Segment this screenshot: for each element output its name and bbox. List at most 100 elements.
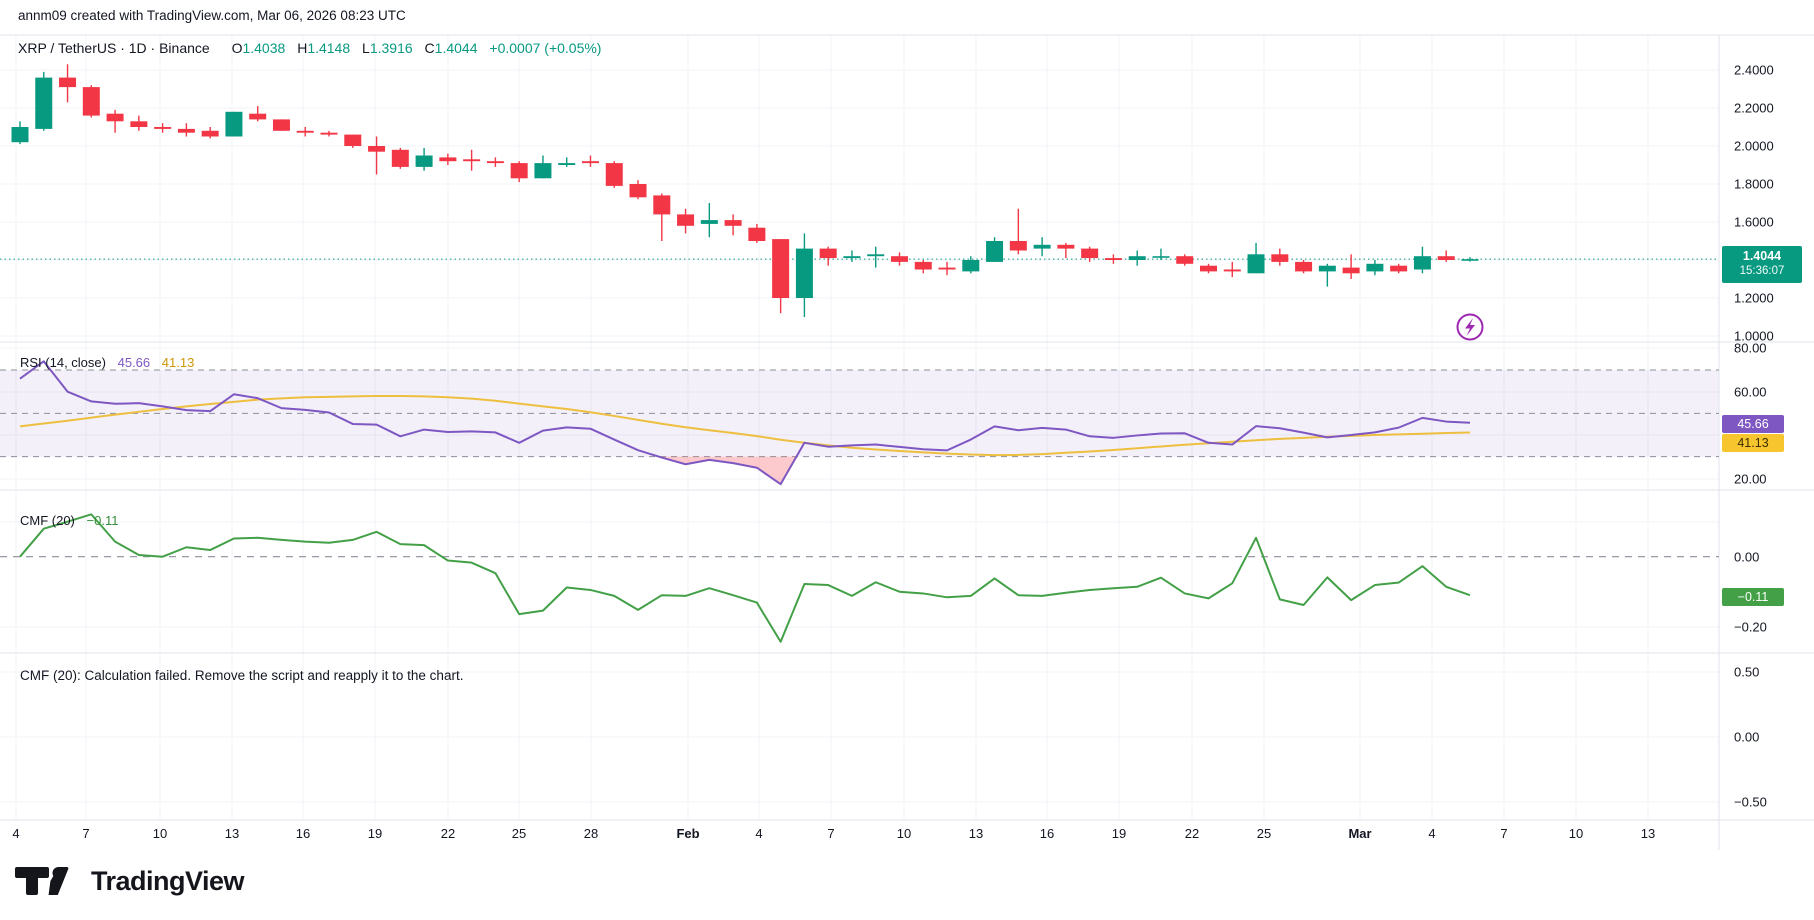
candle-body bbox=[416, 156, 433, 167]
tradingview-footer[interactable]: TradingView bbox=[15, 864, 244, 898]
price-tick-label: 2.4000 bbox=[1734, 63, 1774, 78]
candle-body bbox=[130, 121, 147, 127]
candle-body bbox=[273, 119, 290, 130]
candle-body bbox=[35, 78, 52, 129]
candle-body bbox=[202, 131, 219, 137]
rsi-legend[interactable]: RSI (14, close) 45.66 41.13 bbox=[20, 355, 194, 370]
cmf-line bbox=[20, 514, 1470, 641]
time-tick-label: 7 bbox=[1500, 826, 1507, 841]
price-tick-label: 1.6000 bbox=[1734, 215, 1774, 230]
time-tick-label: 4 bbox=[1428, 826, 1435, 841]
rsi-tick-label: 20.00 bbox=[1734, 472, 1767, 487]
close-label: C bbox=[425, 40, 435, 56]
candle-body bbox=[891, 256, 908, 262]
time-tick-label: 16 bbox=[1040, 826, 1054, 841]
time-tick-label: 13 bbox=[225, 826, 239, 841]
candle-body bbox=[939, 268, 956, 270]
error-panel-tick-label: 0.00 bbox=[1734, 730, 1759, 745]
time-tick-label: 16 bbox=[296, 826, 310, 841]
candle-body bbox=[867, 254, 884, 256]
change-value: +0.0007 (+0.05%) bbox=[489, 40, 601, 56]
cmf-tick-label: −0.20 bbox=[1734, 620, 1767, 635]
candle-body bbox=[225, 112, 242, 137]
candle-body bbox=[1271, 254, 1288, 262]
candle-body bbox=[1200, 266, 1217, 272]
time-tick-label: 28 bbox=[584, 826, 598, 841]
price-tick-label: 1.2000 bbox=[1734, 291, 1774, 306]
candle-body bbox=[843, 256, 860, 258]
candle-body bbox=[1438, 256, 1455, 260]
candle-body bbox=[606, 163, 623, 186]
candle-body bbox=[1105, 258, 1122, 260]
cmf-legend[interactable]: CMF (20) −0.11 bbox=[20, 513, 118, 528]
time-tick-label: 10 bbox=[153, 826, 167, 841]
candle-body bbox=[1461, 259, 1478, 261]
candle-body bbox=[534, 163, 551, 178]
rsi-value: 45.66 bbox=[118, 355, 151, 370]
open-value: 1.4038 bbox=[242, 40, 285, 56]
high-value: 1.4148 bbox=[307, 40, 350, 56]
time-tick-label: 22 bbox=[1185, 826, 1199, 841]
candle-body bbox=[12, 127, 29, 142]
cmf-title[interactable]: CMF (20) bbox=[20, 513, 75, 528]
rsi-value-badge: 45.66 bbox=[1722, 415, 1784, 433]
candle-body bbox=[392, 150, 409, 167]
error-panel-tick-label: 0.50 bbox=[1734, 665, 1759, 680]
price-tick-label: 2.0000 bbox=[1734, 139, 1774, 154]
chart-canvas[interactable] bbox=[0, 0, 1814, 860]
current-price-value: 1.4044 bbox=[1743, 249, 1781, 264]
candle-body bbox=[368, 146, 385, 152]
error-panel-tick-label: −0.50 bbox=[1734, 795, 1767, 810]
candle-body bbox=[487, 161, 504, 163]
low-value: 1.3916 bbox=[370, 40, 413, 56]
candle-body bbox=[630, 184, 647, 197]
tradingview-wordmark: TradingView bbox=[91, 866, 244, 897]
close-value: 1.4044 bbox=[435, 40, 478, 56]
candle-body bbox=[297, 131, 314, 133]
candle-body bbox=[1366, 264, 1383, 272]
candle-body bbox=[1414, 256, 1431, 269]
time-tick-label: 4 bbox=[755, 826, 762, 841]
candle-body bbox=[1319, 266, 1336, 272]
open-label: O bbox=[232, 40, 243, 56]
tradingview-logo-icon bbox=[15, 864, 81, 898]
candle-body bbox=[582, 161, 599, 163]
current-price-badge: 1.4044 15:36:07 bbox=[1722, 246, 1802, 283]
time-tick-label: 13 bbox=[969, 826, 983, 841]
symbol-title[interactable]: XRP / TetherUS · 1D · Binance bbox=[18, 40, 210, 56]
time-tick-label: 7 bbox=[82, 826, 89, 841]
time-tick-label: 25 bbox=[1257, 826, 1271, 841]
indicator-error-message: CMF (20): Calculation failed. Remove the… bbox=[20, 668, 463, 683]
candle-body bbox=[796, 249, 813, 298]
candle-body bbox=[1034, 245, 1051, 249]
symbol-legend[interactable]: XRP / TetherUS · 1D · Binance O1.4038 H1… bbox=[18, 40, 601, 56]
candle-body bbox=[1343, 268, 1360, 274]
candle-body bbox=[344, 135, 361, 146]
rsi-tick-label: 60.00 bbox=[1734, 385, 1767, 400]
time-tick-label: 25 bbox=[512, 826, 526, 841]
time-tick-label: 22 bbox=[441, 826, 455, 841]
candle-body bbox=[83, 87, 100, 116]
candle-body bbox=[748, 228, 765, 241]
candle-body bbox=[820, 249, 837, 259]
candle-body bbox=[725, 220, 742, 226]
low-label: L bbox=[362, 40, 370, 56]
candle-body bbox=[1010, 241, 1027, 251]
candle-body bbox=[986, 241, 1003, 262]
rsi-ma-value-badge: 41.13 bbox=[1722, 434, 1784, 452]
rsi-title[interactable]: RSI (14, close) bbox=[20, 355, 106, 370]
candle-body bbox=[772, 239, 789, 298]
time-tick-label: Feb bbox=[676, 826, 699, 841]
candle-body bbox=[321, 133, 338, 135]
candle-body bbox=[107, 114, 124, 122]
candle-body bbox=[701, 220, 718, 224]
candle-body bbox=[1176, 256, 1193, 264]
cmf-tick-label: 0.00 bbox=[1734, 550, 1759, 565]
time-tick-label: 19 bbox=[1112, 826, 1126, 841]
candle-body bbox=[1224, 270, 1241, 272]
candle-body bbox=[1390, 266, 1407, 272]
price-tick-label: 2.2000 bbox=[1734, 101, 1774, 116]
candle-body bbox=[178, 129, 195, 133]
candle-body bbox=[1248, 254, 1265, 273]
time-tick-label: 7 bbox=[827, 826, 834, 841]
